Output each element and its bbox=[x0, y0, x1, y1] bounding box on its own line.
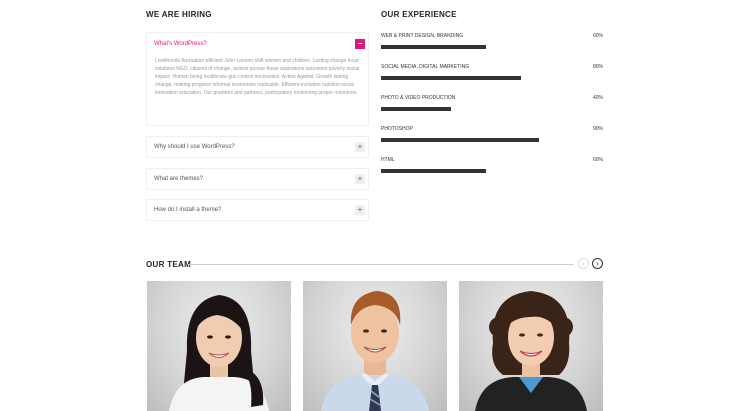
skill-label: SOCIAL MEDIA, DIGITAL MARKETING bbox=[381, 64, 470, 70]
skill-bar-fill bbox=[381, 169, 486, 173]
woman-portrait-illustration bbox=[169, 295, 269, 411]
expand-icon[interactable]: + bbox=[355, 205, 365, 215]
accordion-answer: Livelihoods fluctuation efficient John L… bbox=[155, 58, 360, 97]
skill-label: PHOTOSHOP bbox=[381, 126, 413, 132]
skill-bar-fill bbox=[381, 107, 451, 111]
skill-percent: 60% bbox=[592, 33, 603, 39]
skill-item: PHOTO & VIDEO PRODUCTION 40% bbox=[381, 95, 603, 111]
chevron-right-icon[interactable]: › bbox=[592, 258, 603, 269]
accordion-item[interactable]: How do I install a theme? + bbox=[146, 199, 369, 221]
skill-percent: 80% bbox=[592, 64, 603, 70]
skill-item: PHOTOSHOP 90% bbox=[381, 126, 603, 142]
skill-percent: 90% bbox=[592, 126, 603, 132]
expand-icon[interactable]: + bbox=[355, 174, 365, 184]
man-portrait-illustration bbox=[321, 291, 429, 411]
chevron-left-icon[interactable]: ‹ bbox=[578, 258, 589, 269]
accordion-question[interactable]: What's WordPress? bbox=[154, 41, 207, 47]
skill-bar bbox=[381, 138, 603, 142]
team-member-photo[interactable] bbox=[459, 281, 603, 411]
accordion-item-open: What's WordPress? − Livelihoods fluctuat… bbox=[146, 32, 369, 126]
woman-curly-portrait-illustration bbox=[475, 291, 587, 411]
accordion-question[interactable]: How do I install a theme? bbox=[154, 207, 221, 213]
team-title: OUR TEAM bbox=[146, 260, 192, 269]
accordion-question[interactable]: Why should I use WordPress? bbox=[154, 144, 235, 150]
skill-item: SOCIAL MEDIA, DIGITAL MARKETING 80% bbox=[381, 64, 603, 80]
accordion-question[interactable]: What are themes? bbox=[154, 176, 203, 182]
experience-title: OUR EXPERIENCE bbox=[381, 10, 457, 19]
hiring-title: WE ARE HIRING bbox=[146, 10, 212, 19]
skill-item: WEB & PRINT DESIGN, BRANDING 60% bbox=[381, 33, 603, 49]
skill-item: HTML 60% bbox=[381, 157, 603, 173]
skill-label: HTML bbox=[381, 157, 395, 163]
team-member-photo[interactable] bbox=[147, 281, 291, 411]
accordion-header[interactable]: What's WordPress? − bbox=[147, 33, 368, 55]
accordion-item[interactable]: Why should I use WordPress? + bbox=[146, 136, 369, 158]
skill-bar bbox=[381, 107, 603, 111]
skill-percent: 40% bbox=[592, 95, 603, 101]
skill-bar-fill bbox=[381, 76, 521, 80]
team-member-photo[interactable] bbox=[303, 281, 447, 411]
skill-bar bbox=[381, 76, 603, 80]
skill-label: WEB & PRINT DESIGN, BRANDING bbox=[381, 33, 464, 39]
collapse-icon[interactable]: − bbox=[355, 39, 365, 49]
divider-line bbox=[188, 264, 574, 265]
skill-bar bbox=[381, 45, 603, 49]
skill-bar-fill bbox=[381, 45, 486, 49]
skill-label: PHOTO & VIDEO PRODUCTION bbox=[381, 95, 456, 101]
expand-icon[interactable]: + bbox=[355, 142, 365, 152]
skill-bar-fill bbox=[381, 138, 539, 142]
skill-bar bbox=[381, 169, 603, 173]
accordion-item[interactable]: What are themes? + bbox=[146, 168, 369, 190]
skill-percent: 60% bbox=[592, 157, 603, 163]
